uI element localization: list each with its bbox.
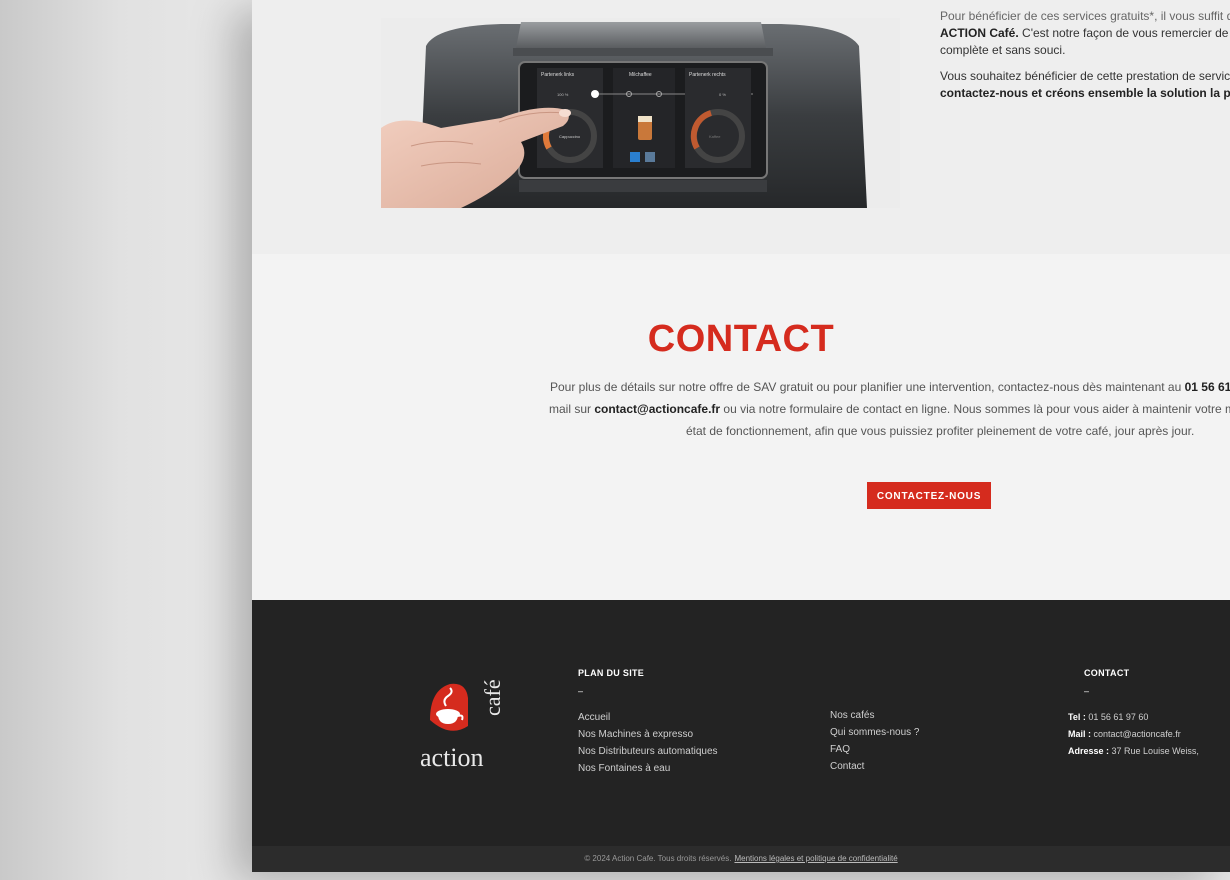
- contact-text: mail sur: [549, 402, 595, 416]
- footer-link-coffees[interactable]: Nos cafés: [830, 707, 919, 724]
- svg-text:Milchaffee: Milchaffee: [629, 72, 652, 78]
- service-call-to-action-text: contactez-nous et créons ensemble la sol…: [940, 86, 1230, 100]
- service-description: Pour bénéficier de ces services gratuits…: [940, 8, 1230, 168]
- footer-copyright-bar: © 2024 Action Cafe. Tous droits réservés…: [252, 846, 1230, 872]
- sitemap-column-1: Accueil Nos Machines à expresso Nos Dist…: [578, 709, 718, 777]
- svg-text:action: action: [420, 743, 484, 772]
- contact-paragraph-line-2: mail sur contact@actioncafe.fr ou via no…: [549, 402, 1230, 416]
- svg-text:café: café: [480, 679, 505, 716]
- contact-text: Pour plus de détails sur notre offre de …: [550, 380, 1185, 394]
- footer-link-faq[interactable]: FAQ: [830, 741, 919, 758]
- phone-value: 01 56 61 97 60: [1085, 712, 1149, 722]
- heading-divider: –: [1084, 686, 1090, 696]
- contact-us-button[interactable]: CONTACTEZ-NOUS: [867, 482, 991, 509]
- footer-link-about[interactable]: Qui sommes-nous ?: [830, 724, 919, 741]
- svg-text:Partenerk rechts: Partenerk rechts: [689, 72, 726, 78]
- footer-link-water-fountains[interactable]: Nos Fontaines à eau: [578, 760, 718, 777]
- copyright-text: © 2024 Action Cafe. Tous droits réservés…: [584, 854, 732, 863]
- phone-label: Tel :: [1068, 712, 1086, 722]
- footer-link-espresso-machines[interactable]: Nos Machines à expresso: [578, 726, 718, 743]
- svg-text:Partenerk links: Partenerk links: [541, 72, 575, 78]
- footer-mail: Mail : contact@actioncafe.fr: [1068, 726, 1181, 743]
- contact-email: contact@actioncafe.fr: [594, 402, 721, 416]
- svg-text:100 %: 100 %: [557, 92, 569, 97]
- coffee-machine-illustration: Partenerk links 100 % Cappuccino Milchaf…: [381, 18, 900, 208]
- legal-notice-link[interactable]: Mentions légales et politique de confide…: [734, 854, 897, 863]
- svg-text:0 %: 0 %: [719, 92, 726, 97]
- svg-text:Kaffee: Kaffee: [709, 134, 721, 139]
- footer-address: Adresse : 37 Rue Louise Weiss,: [1068, 743, 1199, 760]
- address-label: Adresse :: [1068, 746, 1110, 756]
- service-section: Partenerk links 100 % Cappuccino Milchaf…: [252, 0, 1230, 254]
- heading-divider: –: [578, 686, 584, 696]
- sitemap-heading: PLAN DU SITE: [578, 668, 645, 678]
- service-text-line: C'est notre façon de vous remercier de v: [1018, 26, 1230, 40]
- service-text-line: complète et sans souci.: [940, 43, 1066, 57]
- brand-name-bold: ACTION Café.: [940, 26, 1019, 40]
- contact-paragraph-line-1: Pour plus de détails sur notre offre de …: [550, 380, 1230, 394]
- cup-logo-icon: café action: [420, 679, 505, 772]
- action-cafe-logo: café action: [420, 676, 510, 772]
- contact-phone: 01 56 61 97 60: [1184, 380, 1230, 394]
- webpage-mockup: Partenerk links 100 % Cappuccino Milchaf…: [252, 0, 1230, 872]
- service-text-line: Vous souhaitez bénéficier de cette prest…: [940, 69, 1230, 83]
- footer-link-contact[interactable]: Contact: [830, 758, 919, 775]
- svg-text:Cappuccino: Cappuccino: [559, 134, 581, 139]
- mail-label: Mail :: [1068, 729, 1092, 739]
- coffee-machine-image: Partenerk links 100 % Cappuccino Milchaf…: [381, 18, 900, 208]
- address-value: 37 Rue Louise Weiss,: [1109, 746, 1199, 756]
- footer-link-vending-machines[interactable]: Nos Distributeurs automatiques: [578, 743, 718, 760]
- footer-phone: Tel : 01 56 61 97 60: [1068, 709, 1148, 726]
- sitemap-column-2: Nos cafés Qui sommes-nous ? FAQ Contact: [830, 707, 919, 775]
- contact-heading: CONTACT: [647, 318, 835, 360]
- contact-text: ou via notre formulaire de contact en li…: [720, 402, 1230, 416]
- mail-value[interactable]: contact@actioncafe.fr: [1091, 729, 1181, 739]
- contact-paragraph-line-3: état de fonctionnement, afin que vous pu…: [686, 424, 1195, 438]
- footer-link-home[interactable]: Accueil: [578, 709, 718, 726]
- footer-contact-heading: CONTACT: [1084, 668, 1130, 678]
- service-text-line: Pour bénéficier de ces services gratuits…: [940, 9, 1230, 23]
